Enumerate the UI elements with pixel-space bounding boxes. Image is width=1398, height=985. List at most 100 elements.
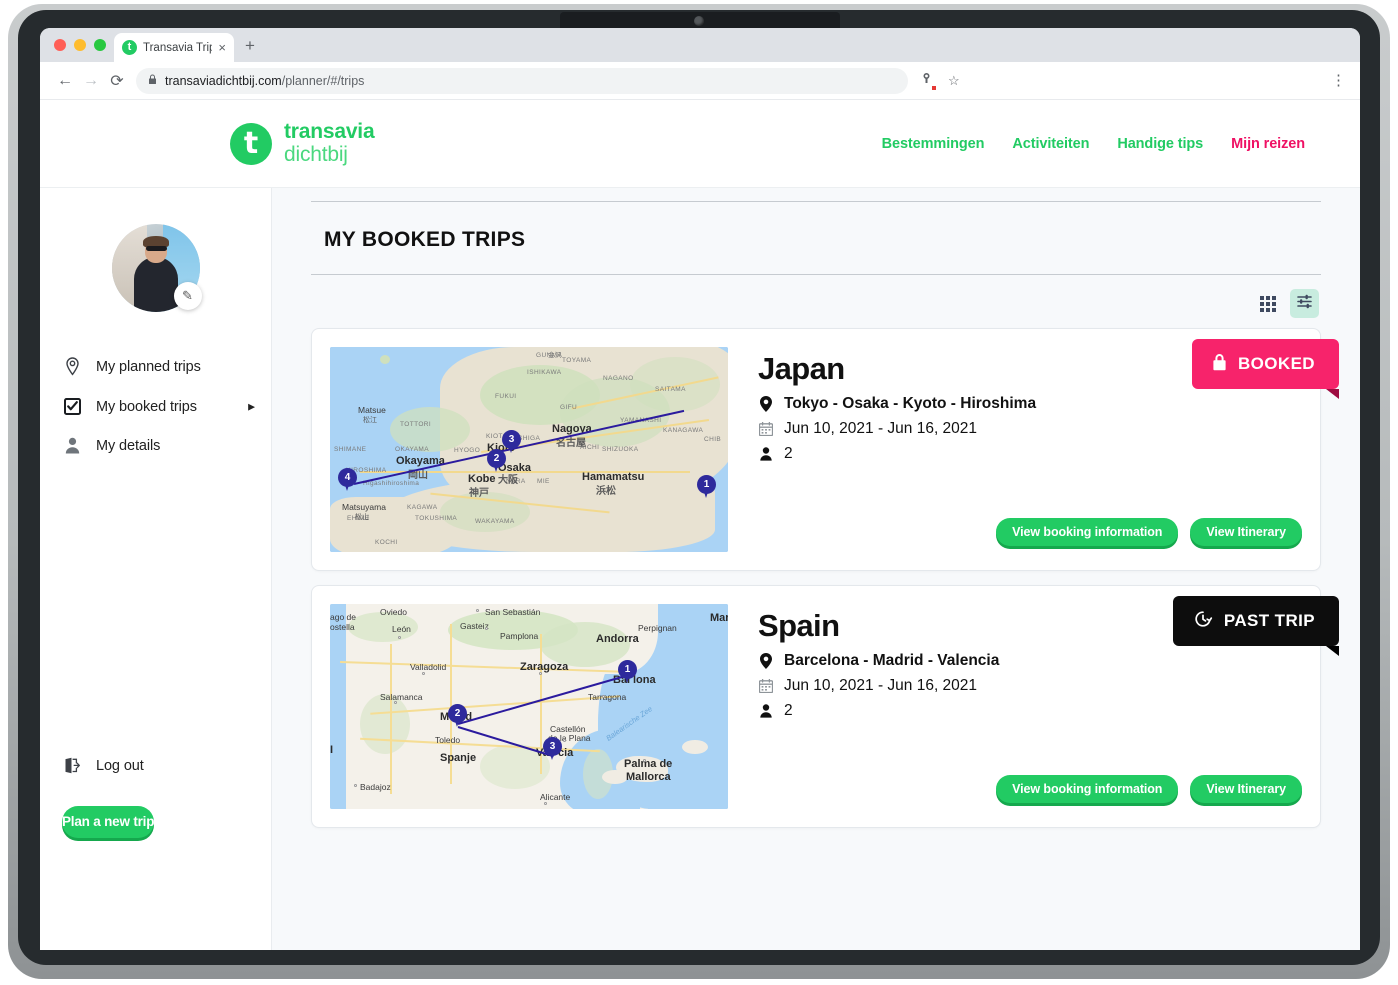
trip-travelers: 2 — [784, 702, 793, 719]
minimize-window-button[interactable] — [74, 39, 86, 51]
trip-card: 金沢 GUNMA TOYAMA ISHIKAWA NAGANO SAITAMA … — [311, 328, 1340, 571]
star-icon[interactable]: ☆ — [948, 73, 960, 89]
lock-icon — [148, 74, 157, 88]
url-text: transaviadichtbij.com/planner/#/trips — [165, 74, 364, 88]
sidebar-item-my-planned-trips[interactable]: My planned trips — [40, 346, 271, 387]
window-controls — [54, 39, 106, 51]
trip-dates-row: Jun 10, 2021 - Jun 16, 2021 — [758, 420, 1302, 438]
map-marker[interactable]: 2 — [448, 704, 467, 729]
browser-tab[interactable]: t Transavia Trip × — [114, 33, 234, 62]
main-content: MY BOOKED TRIPS 金沢 GUNMA TOYAMA ISHIKAWA… — [272, 188, 1360, 950]
plan-new-trip-button[interactable]: Plan a new trip — [62, 806, 154, 838]
tab-title: Transavia Trip — [143, 41, 213, 54]
trip-places-row: Barcelona - Madrid - Valencia — [758, 652, 1302, 670]
url-path: /planner/#/trips — [281, 73, 365, 88]
view-itinerary-button[interactable]: View Itinerary — [1190, 775, 1302, 803]
person-icon — [758, 704, 774, 718]
view-booking-information-button[interactable]: View booking information — [996, 775, 1179, 803]
view-booking-information-button[interactable]: View booking information — [996, 518, 1179, 546]
person-icon — [62, 437, 82, 454]
trip-card-actions: View booking information View Itinerary — [996, 775, 1302, 803]
back-icon[interactable]: ← — [52, 68, 78, 94]
browser-toolbar: ← → ⟳ transaviadichtbij.com/planner/#/tr… — [40, 62, 1360, 100]
nav-item-mijn-reizen[interactable]: Mijn reizen — [1231, 136, 1305, 152]
trip-map-spain[interactable]: Oviedo San Sebastián ago de ostella León… — [330, 604, 728, 809]
web-page: transavia dichtbij Bestemmingen Activite… — [40, 100, 1360, 950]
notification-dot — [931, 85, 937, 91]
lock-icon — [1212, 353, 1227, 376]
status-badge-label: PAST TRIP — [1223, 611, 1315, 630]
trip-places-row: Tokyo - Osaka - Kyoto - Hiroshima — [758, 395, 1302, 413]
grid-icon — [1259, 295, 1276, 312]
browser-menu-icon[interactable]: ⋮ — [1331, 73, 1348, 88]
sidebar-menu: My planned trips My booked trips ▶ My de… — [40, 346, 271, 465]
browser-window: t Transavia Trip × + ← → ⟳ transaviadich… — [40, 28, 1360, 950]
trip-travelers: 2 — [784, 445, 793, 462]
trip-dates: Jun 10, 2021 - Jun 16, 2021 — [784, 420, 978, 437]
trip-dates: Jun 10, 2021 - Jun 16, 2021 — [784, 677, 978, 694]
trip-travelers-row: 2 — [758, 445, 1302, 463]
close-icon[interactable]: × — [218, 40, 226, 55]
trip-places: Tokyo - Osaka - Kyoto - Hiroshima — [784, 395, 1037, 412]
view-toggle-group — [311, 275, 1321, 328]
grid-view-button[interactable] — [1253, 289, 1282, 318]
sidebar-item-label: My booked trips — [96, 398, 197, 415]
transavia-logo-icon — [230, 122, 272, 165]
chevron-right-icon: ▶ — [248, 401, 255, 411]
trip-card-actions: View booking information View Itinerary — [996, 518, 1302, 546]
map-marker[interactable]: 1 — [697, 475, 716, 500]
sidebar: ✎ My planned trips My booked trips ▶ My … — [40, 188, 272, 950]
trip-card: Oviedo San Sebastián ago de ostella León… — [311, 585, 1340, 828]
view-itinerary-button[interactable]: View Itinerary — [1190, 518, 1302, 546]
calendar-icon — [758, 679, 774, 693]
transavia-logo[interactable]: transavia dichtbij — [230, 120, 375, 165]
list-view-button[interactable] — [1290, 289, 1319, 318]
trip-dates-row: Jun 10, 2021 - Jun 16, 2021 — [758, 677, 1302, 695]
logo-text: transavia dichtbij — [284, 120, 375, 165]
main-navigation: Bestemmingen Activiteiten Handige tips M… — [882, 136, 1305, 152]
sidebar-item-label: My planned trips — [96, 358, 201, 375]
logo-line1: transavia — [284, 120, 375, 144]
sidebar-item-my-booked-trips[interactable]: My booked trips ▶ — [40, 387, 271, 426]
trip-places: Barcelona - Madrid - Valencia — [784, 652, 1000, 669]
close-window-button[interactable] — [54, 39, 66, 51]
sidebar-item-label: My details — [96, 437, 161, 454]
edit-avatar-icon[interactable]: ✎ — [173, 282, 202, 310]
forward-icon[interactable]: → — [78, 68, 104, 94]
location-pin-icon — [758, 396, 774, 412]
status-badge-label: BOOKED — [1237, 354, 1315, 373]
logout-label: Log out — [96, 757, 144, 774]
sidebar-item-my-details[interactable]: My details — [40, 426, 271, 465]
share-icon[interactable] — [920, 72, 937, 91]
address-bar[interactable]: transaviadichtbij.com/planner/#/trips — [136, 67, 908, 94]
logout-icon — [62, 757, 82, 774]
nav-item-bestemmingen[interactable]: Bestemmingen — [882, 136, 985, 152]
maximize-window-button[interactable] — [94, 39, 106, 51]
sidebar-footer: Log out Plan a new trip — [40, 747, 271, 950]
map-marker[interactable]: 4 — [338, 468, 357, 493]
reload-icon[interactable]: ⟳ — [104, 68, 130, 94]
site-header: transavia dichtbij Bestemmingen Activite… — [40, 100, 1360, 188]
new-tab-button[interactable]: + — [245, 37, 255, 54]
favicon-icon: t — [122, 40, 137, 55]
checkbox-checked-icon — [62, 398, 82, 415]
nav-item-activiteiten[interactable]: Activiteiten — [1012, 136, 1089, 152]
map-marker[interactable]: 3 — [543, 737, 562, 762]
calendar-icon — [758, 422, 774, 436]
history-clock-icon — [1193, 609, 1213, 634]
toolbar-icons: ☆ — [920, 72, 960, 91]
location-pin-icon — [62, 357, 82, 376]
sliders-icon — [1296, 293, 1313, 315]
laptop-mockup: t Transavia Trip × + ← → ⟳ transaviadich… — [0, 0, 1398, 985]
map-marker[interactable]: 1 — [618, 660, 637, 685]
status-badge-past-trip: PAST TRIP — [1172, 596, 1340, 656]
person-icon — [758, 447, 774, 461]
url-domain: transaviadichtbij.com — [165, 73, 282, 88]
page-title: MY BOOKED TRIPS — [311, 202, 1321, 275]
location-pin-icon — [758, 653, 774, 669]
trip-map-japan[interactable]: 金沢 GUNMA TOYAMA ISHIKAWA NAGANO SAITAMA … — [330, 347, 728, 552]
nav-item-handige-tips[interactable]: Handige tips — [1117, 136, 1203, 152]
map-marker[interactable]: 3 — [502, 430, 521, 455]
logout-button[interactable]: Log out — [40, 747, 271, 784]
trip-travelers-row: 2 — [758, 702, 1302, 720]
